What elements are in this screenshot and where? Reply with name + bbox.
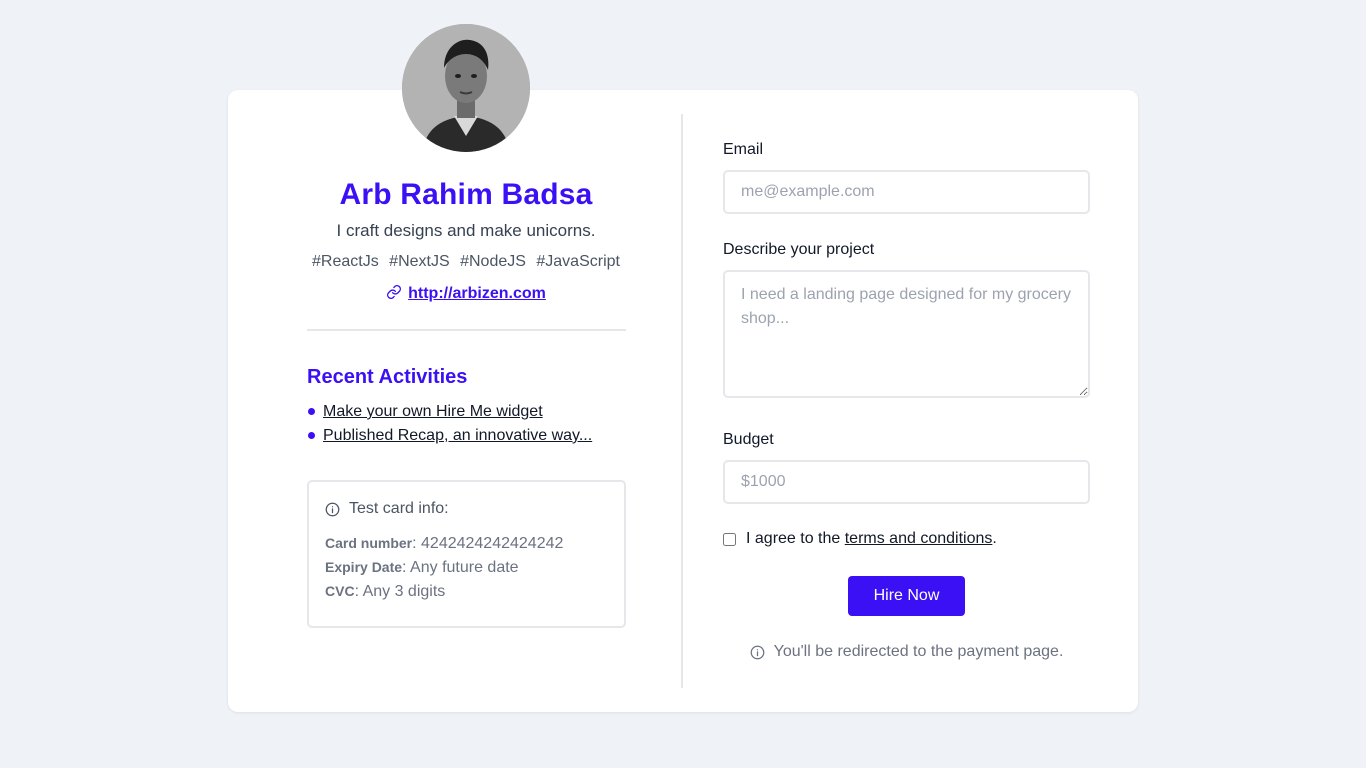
test-card-heading-row: Test card info: — [325, 500, 608, 518]
terms-suffix: . — [992, 530, 997, 547]
terms-agreement: I agree to the terms and conditions. — [723, 530, 997, 548]
redirect-note: You'll be redirected to the payment page… — [723, 643, 1090, 661]
profile-tagline: I craft designs and make unicorns. — [336, 221, 596, 240]
recent-activities-title: Recent Activities — [307, 366, 468, 388]
email-field[interactable] — [723, 170, 1090, 214]
info-icon — [325, 502, 340, 516]
list-item: Published Recap, an innovative way... — [307, 426, 592, 450]
email-label: Email — [723, 141, 764, 158]
cvc-row: CVC: Any 3 digits — [325, 579, 608, 603]
expiry-value: : Any future date — [402, 559, 519, 576]
column-divider — [681, 114, 683, 688]
project-description-field[interactable] — [723, 270, 1090, 398]
project-label: Describe your project — [723, 241, 875, 258]
terms-link[interactable]: terms and conditions — [845, 530, 993, 547]
terms-prefix: I agree to the — [746, 530, 845, 547]
expiry-label: Expiry Date — [325, 559, 403, 575]
test-card-heading: Test card info: — [349, 500, 449, 517]
website: http://arbizen.com — [228, 284, 704, 303]
list-item: Make your own Hire Me widget — [307, 402, 592, 426]
redirect-note-text: You'll be redirected to the payment page… — [773, 643, 1064, 660]
budget-field[interactable] — [723, 460, 1090, 504]
info-icon — [750, 645, 764, 659]
hire-now-button[interactable]: Hire Now — [848, 576, 965, 616]
terms-text: I agree to the terms and conditions. — [746, 530, 997, 548]
activity-link[interactable]: Make your own Hire Me widget — [323, 403, 543, 420]
activity-link[interactable]: Published Recap, an innovative way... — [323, 427, 592, 444]
card-number-row: Card number: 4242424242424242 — [325, 531, 608, 555]
link-icon — [387, 285, 402, 299]
profile-photo-icon — [402, 24, 530, 152]
avatar — [402, 24, 530, 152]
test-card-info-box: Test card info: Card number: 42424242424… — [307, 480, 626, 628]
cvc-label: CVC — [325, 583, 355, 599]
budget-label: Budget — [723, 431, 774, 448]
card-number-label: Card number — [325, 535, 413, 551]
hire-me-card: Arb Rahim Badsa I craft designs and make… — [228, 24, 1138, 712]
website-link[interactable]: http://arbizen.com — [408, 285, 546, 302]
profile-tags: #ReactJs #NextJS #NodeJS #JavaScript — [228, 253, 704, 271]
tag: #NextJS — [389, 253, 450, 270]
divider — [307, 329, 626, 331]
terms-checkbox[interactable] — [723, 532, 736, 546]
recent-activities-list: Make your own Hire Me widget Published R… — [307, 402, 592, 450]
tag: #NodeJS — [460, 253, 526, 270]
card-number-value: : 4242424242424242 — [412, 535, 564, 552]
expiry-row: Expiry Date: Any future date — [325, 555, 608, 579]
cvc-value: : Any 3 digits — [354, 583, 446, 600]
tag: #JavaScript — [536, 253, 620, 270]
tag: #ReactJs — [312, 253, 379, 270]
profile-name: Arb Rahim Badsa — [339, 178, 593, 211]
